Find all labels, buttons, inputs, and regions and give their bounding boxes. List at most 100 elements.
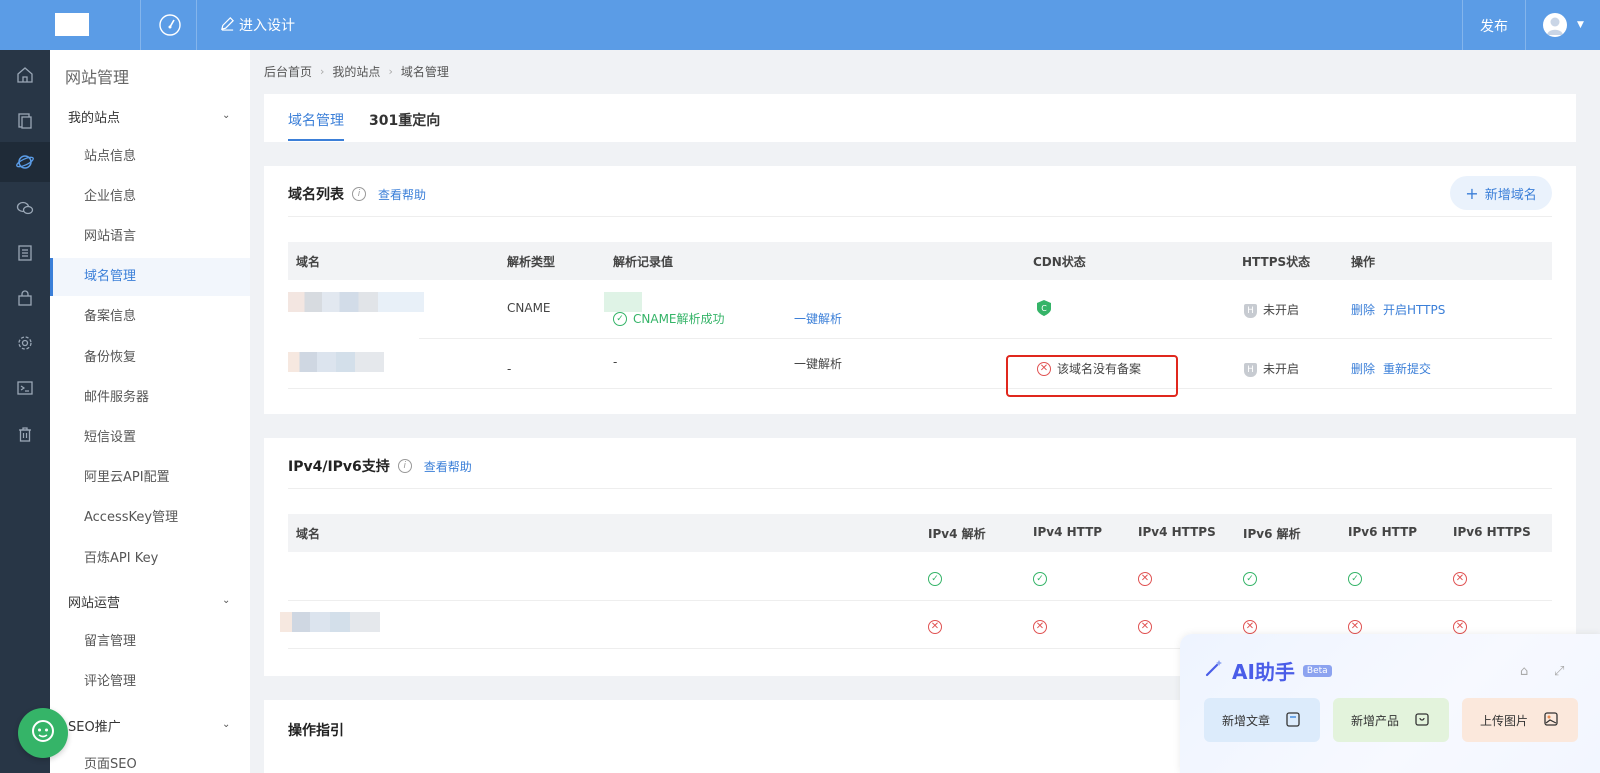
cname-status: ✓ CNAME解析成功 bbox=[613, 310, 725, 327]
check-circle-icon: ✓ bbox=[1243, 572, 1257, 586]
top-divider bbox=[1525, 0, 1526, 50]
expand-icon[interactable]: ⤢ bbox=[1554, 664, 1564, 679]
delete-link[interactable]: 删除 bbox=[1351, 301, 1375, 318]
trash-icon[interactable] bbox=[0, 414, 50, 454]
chevron-down-icon[interactable]: ⌄ bbox=[222, 719, 230, 730]
tab-domain-management[interactable]: 域名管理 bbox=[288, 110, 344, 130]
article-icon bbox=[1284, 710, 1302, 731]
https-status: H 未开启 bbox=[1244, 301, 1299, 318]
publish-button[interactable]: 发布 bbox=[1480, 16, 1508, 36]
guide-title: 操作指引 bbox=[288, 723, 344, 739]
sidebar: 网站管理 我的站点 ⌄ 站点信息 企业信息 网站语言 域名管理 备案信息 备份恢… bbox=[50, 50, 250, 773]
https-shield-icon: H bbox=[1244, 362, 1257, 377]
home-icon[interactable]: ⌂ bbox=[1520, 664, 1528, 679]
sidebar-item-mail-server[interactable]: 邮件服务器 bbox=[50, 379, 250, 417]
domain-list-header: 域名列表 i 查看帮助 bbox=[288, 184, 426, 204]
tabs-panel: 域名管理 301重定向 bbox=[264, 94, 1576, 142]
chat-icon[interactable] bbox=[0, 188, 50, 228]
col-ipv6-https: IPv6 HTTPS bbox=[1453, 525, 1531, 539]
https-shield-icon: H bbox=[1244, 303, 1257, 318]
active-tab-indicator bbox=[288, 139, 344, 141]
product-icon bbox=[1413, 710, 1431, 731]
top-divider bbox=[196, 0, 197, 50]
sidebar-item-site-language[interactable]: 网站语言 bbox=[50, 218, 250, 256]
globe-icon[interactable] bbox=[0, 142, 50, 182]
sidebar-group-operations[interactable]: 网站运营 bbox=[68, 592, 120, 611]
info-icon[interactable]: i bbox=[397, 459, 412, 473]
sidebar-title: 网站管理 bbox=[65, 68, 130, 87]
resolve-type: CNAME bbox=[507, 301, 551, 315]
terminal-icon[interactable] bbox=[0, 368, 50, 408]
sidebar-item-icp-info[interactable]: 备案信息 bbox=[50, 298, 250, 336]
domain-name-redacted bbox=[288, 292, 424, 312]
divider bbox=[288, 488, 1552, 489]
row-divider bbox=[288, 388, 1552, 389]
ai-assistant-panel: AI助手 Beta ⌂ ⤢ 新增文章 新增产品 上传图片 bbox=[1180, 634, 1600, 773]
enter-design-label: 进入设计 bbox=[239, 18, 295, 34]
help-link[interactable]: 查看帮助 bbox=[378, 186, 426, 203]
resubmit-link[interactable]: 重新提交 bbox=[1383, 360, 1431, 377]
sidebar-item-messages[interactable]: 留言管理 bbox=[50, 623, 250, 661]
domain-list-panel: 域名列表 i 查看帮助 + 新增域名 域名 解析类型 解析记录值 CDN状态 H… bbox=[264, 166, 1576, 414]
home-icon[interactable] bbox=[0, 55, 50, 95]
sidebar-item-bailian-api-key[interactable]: 百炼API Key bbox=[50, 540, 250, 578]
sidebar-item-aliyun-api[interactable]: 阿里云API配置 bbox=[50, 459, 250, 497]
divider bbox=[288, 216, 1552, 217]
plus-icon: + bbox=[1465, 183, 1479, 203]
list-icon[interactable] bbox=[0, 233, 50, 273]
one-click-resolve-link[interactable]: 一键解析 bbox=[794, 310, 842, 327]
sidebar-item-page-seo[interactable]: 页面SEO bbox=[50, 746, 250, 773]
row-divider bbox=[419, 338, 1552, 339]
domain-name-redacted bbox=[280, 612, 380, 632]
info-icon[interactable]: i bbox=[352, 187, 366, 201]
sidebar-item-comments[interactable]: 评论管理 bbox=[50, 663, 250, 701]
col-ipv4-https: IPv4 HTTPS bbox=[1138, 525, 1216, 539]
error-circle-icon: ✕ bbox=[1453, 620, 1467, 634]
sidebar-item-company-info[interactable]: 企业信息 bbox=[50, 178, 250, 216]
breadcrumb-my-sites[interactable]: 我的站点 bbox=[332, 63, 380, 80]
site-logo[interactable] bbox=[55, 13, 89, 36]
caret-down-icon[interactable]: ▼ bbox=[1577, 20, 1584, 30]
top-divider bbox=[1462, 0, 1463, 50]
highlight-annotation bbox=[1006, 355, 1178, 397]
one-click-resolve-link[interactable]: 一键解析 bbox=[794, 355, 842, 372]
delete-link[interactable]: 删除 bbox=[1351, 360, 1375, 377]
gear-icon[interactable] bbox=[0, 323, 50, 363]
pages-icon[interactable] bbox=[0, 101, 50, 141]
chevron-down-icon[interactable]: ⌄ bbox=[222, 110, 230, 121]
enable-https-link[interactable]: 开启HTTPS bbox=[1383, 301, 1445, 318]
add-domain-button[interactable]: + 新增域名 bbox=[1450, 176, 1552, 210]
edit-icon bbox=[220, 16, 235, 35]
new-article-button[interactable]: 新增文章 bbox=[1204, 698, 1320, 742]
shop-icon[interactable] bbox=[0, 278, 50, 318]
sidebar-item-accesskey[interactable]: AccessKey管理 bbox=[50, 499, 250, 537]
new-product-button[interactable]: 新增产品 bbox=[1333, 698, 1449, 742]
sidebar-item-site-info[interactable]: 站点信息 bbox=[50, 138, 250, 176]
enter-design-button[interactable]: 进入设计 bbox=[220, 15, 295, 35]
ai-assistant-header: AI助手 Beta bbox=[1204, 656, 1332, 685]
tab-301-redirect[interactable]: 301重定向 bbox=[369, 110, 440, 130]
new-product-label: 新增产品 bbox=[1350, 713, 1399, 728]
sidebar-item-backup[interactable]: 备份恢复 bbox=[50, 339, 250, 377]
record-value-redacted bbox=[604, 292, 642, 312]
upload-image-button[interactable]: 上传图片 bbox=[1462, 698, 1578, 742]
sidebar-group-my-sites[interactable]: 我的站点 bbox=[68, 107, 120, 126]
sidebar-item-sms-settings[interactable]: 短信设置 bbox=[50, 419, 250, 457]
error-circle-icon: ✕ bbox=[928, 620, 942, 634]
breadcrumb-home[interactable]: 后台首页 bbox=[264, 63, 312, 80]
customer-service-button[interactable] bbox=[18, 708, 68, 758]
sidebar-item-domain-management[interactable]: 域名管理 bbox=[50, 258, 250, 296]
error-circle-icon: ✕ bbox=[1138, 620, 1152, 634]
new-article-label: 新增文章 bbox=[1221, 713, 1270, 728]
chevron-down-icon[interactable]: ⌄ bbox=[222, 595, 230, 606]
icon-rail bbox=[0, 50, 50, 773]
check-circle-icon: ✓ bbox=[1348, 572, 1362, 586]
help-link[interactable]: 查看帮助 bbox=[424, 458, 472, 475]
col-ipv6-http: IPv6 HTTP bbox=[1348, 525, 1418, 539]
headset-icon bbox=[29, 717, 57, 749]
sidebar-group-seo[interactable]: SEO推广 bbox=[68, 716, 121, 735]
avatar[interactable] bbox=[1543, 13, 1567, 37]
error-circle-icon: ✕ bbox=[1453, 572, 1467, 586]
upload-image-label: 上传图片 bbox=[1479, 713, 1528, 728]
dashboard-icon[interactable] bbox=[158, 13, 182, 37]
